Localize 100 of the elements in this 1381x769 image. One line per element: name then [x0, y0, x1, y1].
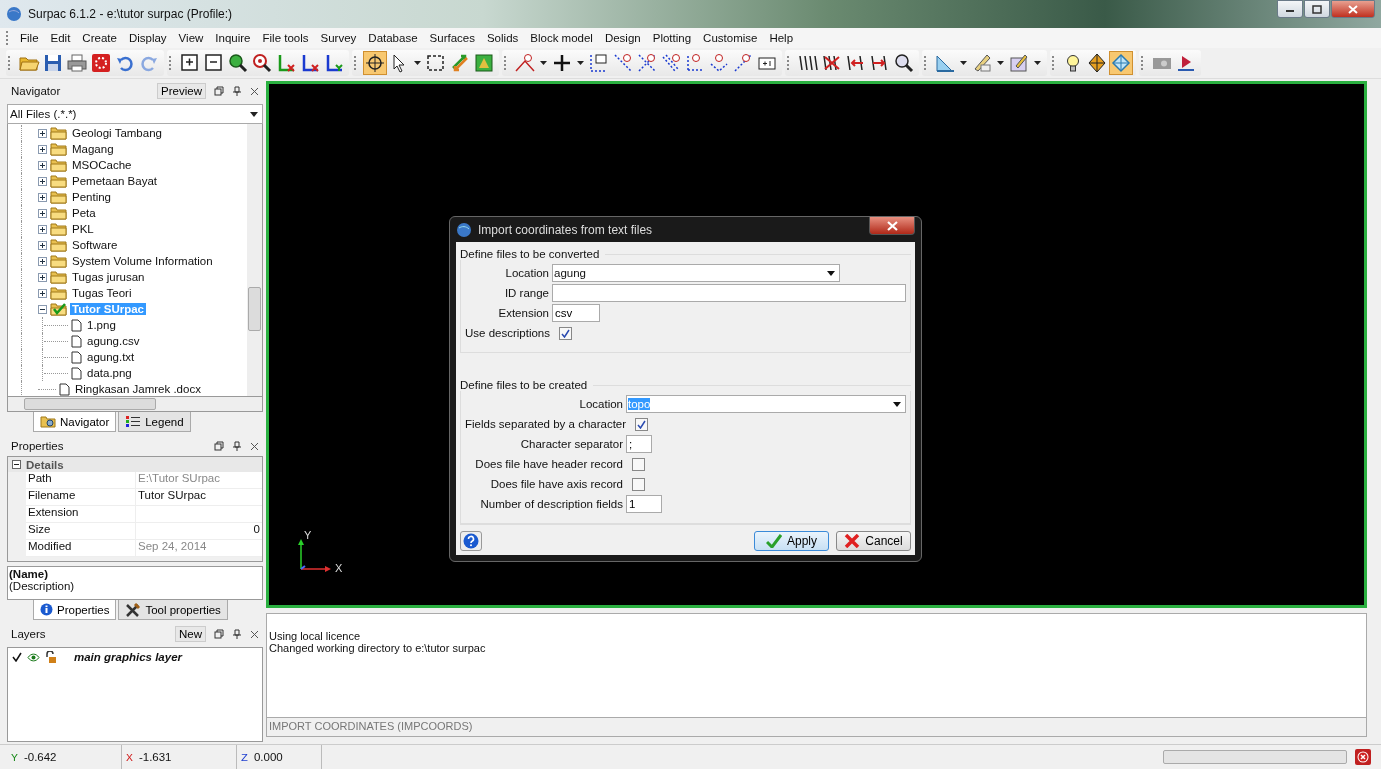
tree-item[interactable]: Ringkasan Jamrek .docx — [73, 383, 203, 395]
caret-icon[interactable] — [960, 61, 967, 65]
menu-item[interactable]: Help — [763, 32, 800, 44]
zoom-in-box-icon[interactable] — [179, 52, 201, 74]
line-edit-icon[interactable] — [732, 52, 754, 74]
input-field[interactable] — [552, 284, 906, 302]
menu-item[interactable]: Survey — [314, 32, 363, 44]
input-field[interactable]: ; — [626, 435, 652, 453]
menu-item[interactable]: Design — [598, 32, 647, 44]
menu-item[interactable]: File — [14, 32, 45, 44]
expander-icon[interactable] — [38, 176, 47, 186]
close-icon[interactable] — [250, 441, 259, 451]
close-button[interactable] — [869, 217, 915, 235]
tree-item[interactable]: Tugas jurusan — [70, 271, 147, 283]
shape-icon[interactable] — [1086, 52, 1108, 74]
expander-icon[interactable] — [38, 240, 47, 250]
close-icon[interactable] — [250, 86, 259, 96]
plus-icon[interactable] — [551, 52, 573, 74]
menu-item[interactable]: Surfaces — [423, 32, 481, 44]
search-icon[interactable] — [227, 52, 249, 74]
line-edit-icon[interactable] — [588, 52, 610, 74]
edit-sheet-icon[interactable] — [1008, 52, 1030, 74]
lock-icon[interactable] — [45, 651, 57, 663]
line-edit-icon[interactable] — [708, 52, 730, 74]
caret-icon[interactable] — [577, 61, 584, 65]
tree-item[interactable]: agung.csv — [85, 335, 142, 347]
expander-icon[interactable] — [38, 288, 47, 298]
tree-item[interactable]: Geologi Tambang — [70, 127, 164, 139]
caret-icon[interactable] — [1034, 61, 1041, 65]
tree-item[interactable]: Peta — [70, 207, 98, 219]
tree-item[interactable]: Magang — [70, 143, 116, 155]
menu-item[interactable]: Plotting — [646, 32, 698, 44]
error-icon[interactable] — [1355, 749, 1371, 765]
caret-icon[interactable] — [997, 61, 1004, 65]
search-icon[interactable] — [893, 52, 915, 74]
apply-button[interactable]: Apply — [754, 531, 829, 551]
target-zoom-icon[interactable] — [251, 52, 273, 74]
eye-icon[interactable] — [27, 652, 40, 662]
print-icon[interactable] — [66, 52, 88, 74]
input-field[interactable]: csv — [552, 304, 600, 322]
close-icon[interactable] — [250, 629, 259, 639]
menu-item[interactable]: Customise — [697, 32, 764, 44]
line-edit-icon[interactable] — [636, 52, 658, 74]
line-edit-icon[interactable] — [660, 52, 682, 74]
cancel-button[interactable]: Cancel — [836, 531, 911, 551]
menu-item[interactable]: Inquire — [209, 32, 257, 44]
file-filter-dropdown[interactable]: All Files (.*.*) — [7, 104, 263, 124]
menu-item[interactable]: File tools — [256, 32, 315, 44]
help-button[interactable] — [460, 531, 482, 551]
collapse-icon[interactable] — [12, 460, 21, 469]
location-dropdown[interactable]: agung — [552, 264, 840, 282]
panel-tab[interactable]: Navigator — [33, 412, 117, 432]
checkbox[interactable] — [632, 477, 645, 491]
menu-item[interactable]: Create — [76, 32, 123, 44]
menu-item[interactable]: Database — [362, 32, 424, 44]
pin-icon[interactable] — [232, 441, 242, 451]
tree-item[interactable]: Tugas Teori — [70, 287, 134, 299]
expander-icon[interactable] — [38, 160, 47, 170]
vertical-scrollbar[interactable] — [247, 124, 262, 396]
tree-item[interactable]: 1.png — [85, 319, 118, 331]
expander-icon[interactable] — [38, 304, 47, 314]
checkbox[interactable] — [559, 326, 572, 340]
panel-tab[interactable]: Tool properties — [118, 600, 228, 620]
select-box-icon[interactable] — [425, 52, 447, 74]
restore-icon[interactable] — [214, 629, 224, 639]
caret-icon[interactable] — [540, 61, 547, 65]
check-icon[interactable] — [12, 652, 22, 662]
new-layer-button[interactable]: New — [175, 626, 206, 642]
horizontal-scrollbar[interactable] — [7, 397, 263, 412]
layer-name[interactable]: main graphics layer — [74, 651, 183, 663]
tree-item[interactable]: data.png — [85, 367, 134, 379]
expander-icon[interactable] — [38, 224, 47, 234]
pin-icon[interactable] — [232, 629, 242, 639]
pin-icon[interactable] — [232, 86, 242, 96]
expander-icon[interactable] — [38, 256, 47, 266]
point-add-icon[interactable] — [514, 52, 536, 74]
expander-icon[interactable] — [38, 272, 47, 282]
menu-item[interactable]: Block model — [524, 32, 599, 44]
panel-tab[interactable]: Legend — [118, 412, 191, 432]
restore-icon[interactable] — [214, 441, 224, 451]
caret-icon[interactable] — [414, 61, 421, 65]
menu-item[interactable]: Solids — [480, 32, 525, 44]
preview-button[interactable]: Preview — [157, 83, 206, 99]
minimize-button[interactable] — [1277, 0, 1303, 18]
tree-item[interactable]: Software — [70, 239, 120, 251]
tree-item[interactable]: Pemetaan Bayat — [70, 175, 160, 187]
stop-icon[interactable] — [90, 52, 112, 74]
rotate-icon[interactable] — [364, 52, 386, 74]
menu-item[interactable]: Edit — [44, 32, 77, 44]
menu-item[interactable]: View — [172, 32, 210, 44]
checkbox[interactable] — [635, 417, 649, 431]
zoom-out-box-icon[interactable] — [203, 52, 225, 74]
maximize-button[interactable] — [1304, 0, 1330, 18]
line-edit-icon[interactable] — [612, 52, 634, 74]
tree-item[interactable]: System Volume Information — [70, 255, 215, 267]
tree-item[interactable]: MSOCache — [70, 159, 134, 171]
expander-icon[interactable] — [38, 192, 47, 202]
panel-tab[interactable]: Properties — [33, 600, 117, 620]
tree-item[interactable]: PKL — [70, 223, 96, 235]
checkbox[interactable] — [632, 457, 645, 471]
